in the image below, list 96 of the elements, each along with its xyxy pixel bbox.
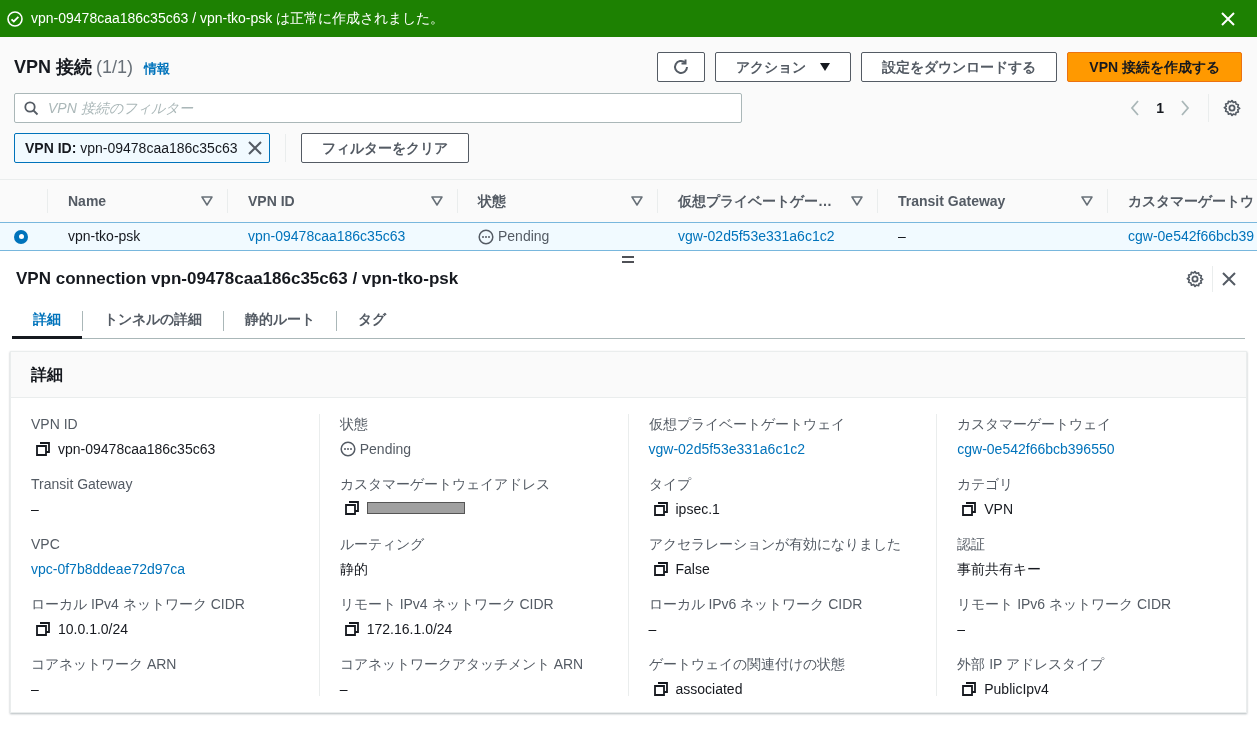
table-cell-text: – [898,227,906,246]
tab[interactable]: 詳細 [12,303,82,339]
column-header[interactable]: カスタマーゲートウ [1128,190,1254,212]
field-label: VPC [31,535,61,554]
field-value: – [31,679,39,699]
field-label: 外部 IP アドレスタイプ [957,655,1106,674]
clear-filters-button[interactable]: フィルターをクリア [301,133,470,163]
column-header[interactable]: Name [68,190,201,212]
tab[interactable]: タグ [337,303,407,339]
create-button[interactable]: VPN 接続を作成する [1067,52,1242,82]
field-value: VPN [984,499,1014,519]
token-label: VPN ID: vpn-09478caa186c35c63 [25,138,238,158]
copy-icon[interactable] [653,502,668,516]
field-value: 172.16.1.0/24 [366,619,453,639]
field-label: カテゴリ [957,475,1015,494]
field-label: ルーティング [339,535,425,554]
field-value: 静的 [339,559,368,579]
field-label: カスタマーゲートウェイ [957,415,1113,434]
field-label: タイプ [648,475,692,494]
copy-icon[interactable] [36,442,50,456]
settings-icon[interactable] [1186,269,1204,288]
tab[interactable]: 静的ルート [224,303,336,339]
field-value: False [675,559,710,579]
pending-icon [339,441,356,457]
field-label: アクセラレーションが有効になりました [648,535,902,554]
download-button[interactable]: 設定をダウンロードする [861,52,1058,82]
info-link[interactable]: 情報 [144,58,171,78]
field-label: コアネットワーク ARN [31,655,178,674]
copy-icon[interactable] [344,500,359,515]
field-value: associated [675,679,743,699]
field-label: カスタマーゲートウェイアドレス [339,475,551,494]
filter-field[interactable]: VPN 接続のフィルター [14,93,742,123]
field-value: – [957,619,966,639]
column-header[interactable]: VPN ID [248,190,431,212]
pending-icon [478,228,494,245]
field-value: 事前共有キー [957,559,1042,579]
field-value: PublicIpv4 [984,679,1049,699]
page-number[interactable]: 1 [1156,97,1164,119]
table-link[interactable]: vpn-09478caa186c35c63 [248,226,406,247]
field-value: Pending [359,439,412,459]
table-link[interactable]: cgw-0e542f66bcb39 [1128,226,1255,247]
close-button[interactable] [1221,270,1237,287]
resize-handle-icon[interactable] [622,256,634,263]
copy-icon[interactable] [653,682,668,696]
sort-icon[interactable] [431,196,443,206]
item-count: (1/1) [96,55,134,79]
table-cell-text: vpn-tko-psk [68,227,141,246]
field-label: VPN ID [31,415,79,434]
field-label: 認証 [957,535,987,554]
field-value: – [31,499,39,519]
column-header[interactable]: 仮想プライベートゲー… [678,190,851,212]
search-icon [24,101,39,116]
sort-icon[interactable] [201,196,213,206]
field-label: ローカル IPv4 ネットワーク CIDR [31,595,246,614]
banner-message: vpn-09478caa186c35c63 / vpn-tko-psk は正常に作成されました。 [31,9,446,28]
row-radio-button[interactable] [14,229,28,244]
sort-icon[interactable] [631,196,643,206]
refresh-icon [672,58,691,76]
table-row[interactable]: vpn-tko-psk vpn-09478caa186c35c63 Pending vgw-02d5f53e331a6c1c2 – cgw-0e542f66bcb39 [0,222,1257,251]
table-link[interactable]: vgw-02d5f53e331a6c1c2 [678,226,835,247]
field-value: vpn-09478caa186c35c63 [58,439,216,459]
column-header[interactable]: 状態 [478,190,631,212]
actions-dropdown[interactable]: アクション [715,52,852,82]
field-label: リモート IPv6 ネットワーク CIDR [957,595,1173,614]
field-value: – [339,679,348,699]
section-title: 詳細 [31,364,63,385]
field-label: ゲートウェイの関連付けの状態 [648,655,846,674]
copy-icon[interactable] [653,562,668,576]
copy-icon[interactable] [36,622,50,636]
sort-icon[interactable] [851,196,863,206]
table-cell-text: Pending [498,227,550,246]
panel-title: VPN connection vpn-09478caa186c35c63 / vpn-tko-psk [16,267,460,290]
field-value: ipsec.1 [675,499,720,519]
settings-icon[interactable] [1223,99,1241,117]
refresh-button[interactable] [657,52,706,82]
sort-icon[interactable] [1081,196,1093,206]
field-label: Transit Gateway [31,475,134,494]
field-label: 仮想プライベートゲートウェイ [648,415,846,434]
field-value: – [648,619,657,639]
remove-token-button[interactable] [247,140,264,156]
field-label: 状態 [339,415,369,434]
field-label: コアネットワークアタッチメント ARN [339,655,585,674]
tab[interactable]: トンネルの詳細 [83,303,223,339]
field-link[interactable]: cgw-0e542f66bcb396550 [957,438,1115,460]
copy-icon[interactable] [344,622,359,636]
caret-icon [820,62,831,72]
page-title: VPN 接続 [14,55,92,79]
copy-icon[interactable] [962,682,977,696]
check-circle-icon [7,10,23,27]
copy-icon[interactable] [962,502,977,516]
field-link[interactable]: vpc-0f7b8ddeae72d97ca [31,558,186,580]
field-label: リモート IPv4 ネットワーク CIDR [339,595,555,614]
field-value: 10.0.1.0/24 [58,619,129,639]
field-label: ローカル IPv6 ネットワーク CIDR [648,595,864,614]
column-header[interactable]: Transit Gateway [898,190,1081,212]
field-link[interactable]: vgw-02d5f53e331a6c1c2 [648,438,805,460]
